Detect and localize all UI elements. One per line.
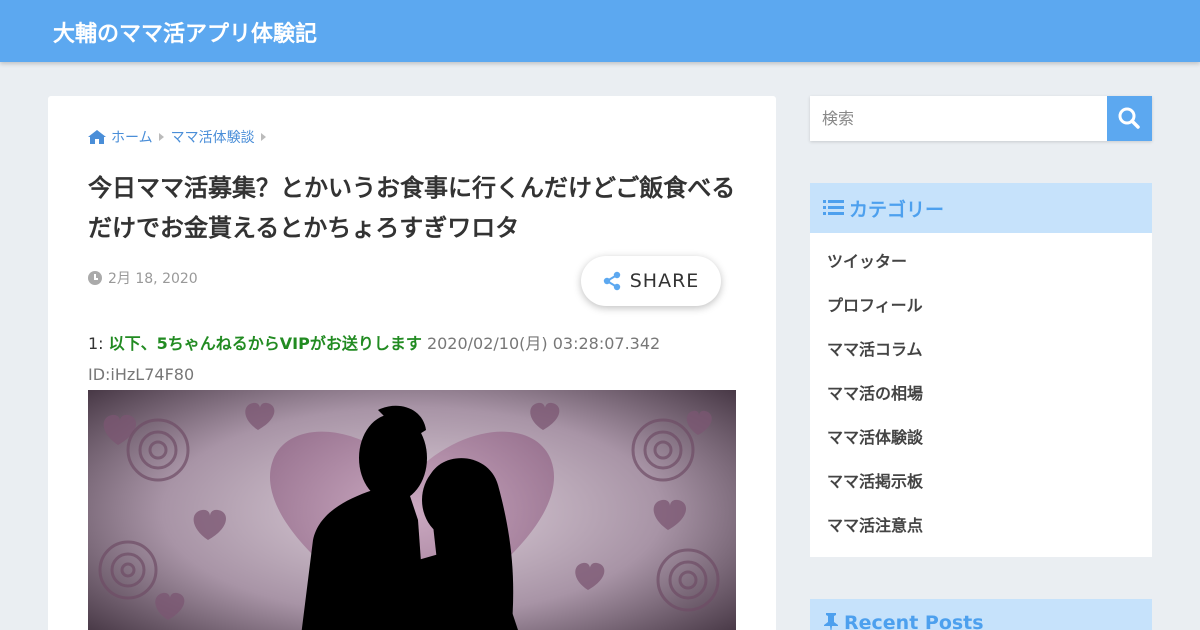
category-list: ツイッター プロフィール ママ活コラム ママ活の相場 ママ活体験談 ママ活掲示板… <box>810 233 1152 548</box>
breadcrumb-separator-icon <box>158 133 164 141</box>
search-icon <box>1118 107 1140 129</box>
clock-icon <box>88 271 102 285</box>
category-item[interactable]: プロフィール <box>810 284 1152 328</box>
search-button[interactable] <box>1107 96 1152 141</box>
category-item[interactable]: ママ活体験談 <box>810 416 1152 460</box>
response-header: 1: 以下、5ちゃんねるからVIPがお送りします 2020/02/10(月) 0… <box>88 332 660 356</box>
response-number: 1: <box>88 334 109 353</box>
hero-image <box>88 390 736 630</box>
category-item[interactable]: ママ活コラム <box>810 328 1152 372</box>
recent-posts-widget-header: Recent Posts <box>810 599 1152 630</box>
search-input[interactable] <box>810 96 1107 141</box>
post-date-text: 2月 18, 2020 <box>108 271 198 287</box>
post-date: 2月 18, 2020 <box>88 268 198 288</box>
response-id: ID:iHzL74F80 <box>88 365 195 384</box>
main-article: ホーム ママ活体験談 今日ママ活募集？とかいうお食事に行くんだけどご飯食べるだけ… <box>48 96 776 630</box>
response-author: 以下、5ちゃんねるからVIPがお送りします <box>108 334 422 353</box>
category-widget: カテゴリー ツイッター プロフィール ママ活コラム ママ活の相場 ママ活体験談 … <box>810 183 1152 557</box>
breadcrumb: ホーム ママ活体験談 <box>88 127 273 147</box>
site-header: 大輔のママ活アプリ体験記 <box>0 0 1200 62</box>
category-item[interactable]: ママ活掲示板 <box>810 460 1152 504</box>
share-button[interactable]: SHARE <box>581 256 721 306</box>
category-item[interactable]: ツイッター <box>810 240 1152 284</box>
site-title[interactable]: 大輔のママ活アプリ体験記 <box>53 16 317 48</box>
list-icon <box>823 200 845 216</box>
category-item[interactable]: ママ活注意点 <box>810 504 1152 548</box>
pin-icon <box>824 613 838 630</box>
category-widget-header: カテゴリー <box>810 183 1152 233</box>
recent-posts-title: Recent Posts <box>844 612 984 630</box>
home-icon <box>88 130 106 144</box>
breadcrumb-separator-icon <box>260 133 266 141</box>
share-icon <box>603 271 620 291</box>
post-title: 今日ママ活募集？とかいうお食事に行くんだけどご飯食べるだけでお金貰えるとかちょろ… <box>88 174 736 242</box>
share-label: SHARE <box>629 270 700 292</box>
category-widget-title: カテゴリー <box>849 198 945 221</box>
breadcrumb-category-link[interactable]: ママ活体験談 <box>171 127 255 147</box>
breadcrumb-home-link[interactable]: ホーム <box>111 127 153 147</box>
search-form <box>810 96 1152 141</box>
category-item[interactable]: ママ活の相場 <box>810 372 1152 416</box>
response-timestamp: 2020/02/10(月) 03:28:07.342 <box>421 334 661 353</box>
